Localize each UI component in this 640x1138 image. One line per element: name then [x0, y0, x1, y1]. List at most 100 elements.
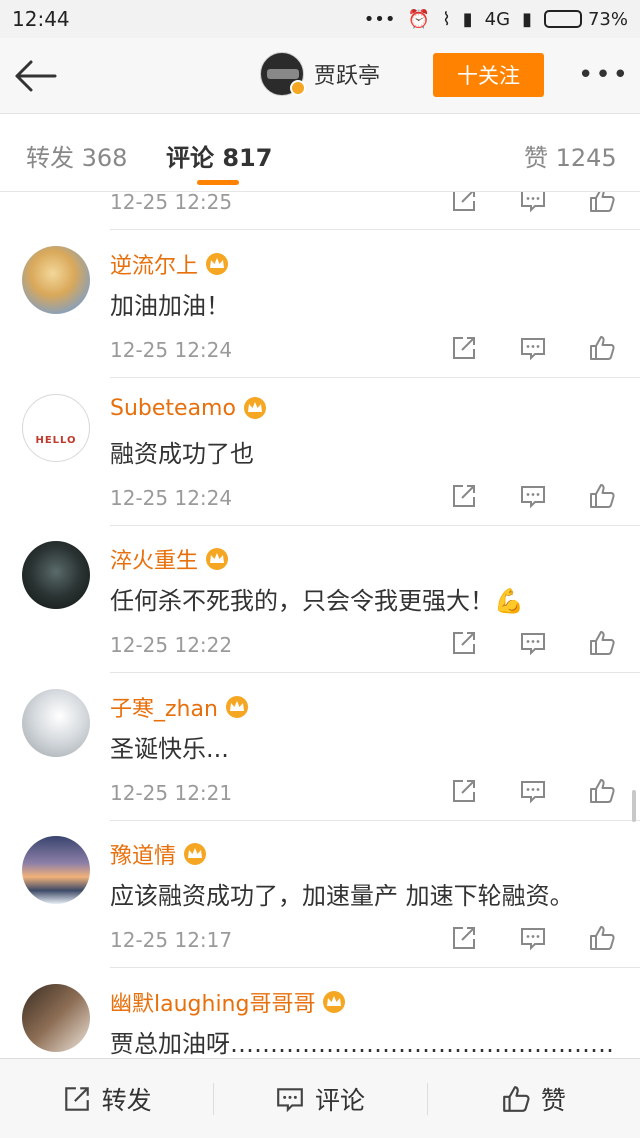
comment-item: 幽默laughing哥哥哥 贾总加油呀………………………………………… — [0, 968, 640, 1059]
crown-badge-icon — [184, 843, 207, 865]
repost-icon[interactable] — [450, 334, 478, 362]
back-button[interactable] — [0, 38, 70, 114]
repost-button[interactable]: 转发 — [0, 1059, 213, 1138]
comment-author[interactable]: 淬火重生 — [110, 543, 230, 575]
comment-text: 融资成功了也 — [110, 439, 254, 468]
tab-indicator — [197, 180, 239, 185]
nav-username[interactable]: 贾跃亭 — [314, 58, 380, 90]
like-icon[interactable] — [588, 629, 616, 657]
comment-icon[interactable] — [519, 629, 547, 657]
avatar[interactable] — [22, 983, 90, 1052]
repost-icon[interactable] — [450, 924, 478, 952]
list-item: 12-25 12:25 — [0, 192, 640, 230]
vibrate-icon: ⌇ — [441, 8, 451, 30]
comment-item: 豫道情 应该融资成功了，加速量产 加速下轮融资。 12-25 12:17 — [0, 820, 640, 968]
avatar[interactable]: HELLO — [22, 393, 90, 462]
comment-actions — [450, 482, 616, 510]
back-arrow-icon — [15, 60, 57, 91]
repost-icon[interactable] — [450, 629, 478, 657]
crown-badge-icon — [243, 397, 266, 419]
repost-icon — [64, 1086, 89, 1111]
comment-text: 任何杀不死我的，只会令我更强大！💪 — [110, 587, 524, 615]
tab-likes[interactable]: 赞 1245 — [524, 138, 617, 173]
comment-icon[interactable] — [519, 192, 547, 214]
username[interactable]: Subeteamo — [110, 396, 236, 421]
comment-icon[interactable] — [519, 924, 547, 952]
comment-time: 12-25 12:21 — [110, 780, 233, 805]
username[interactable]: 豫道情 — [110, 838, 176, 870]
status-icons: ••• ⏰ ⌇ ▮ 4G ▮ 73% — [364, 9, 628, 30]
comment-button[interactable]: 评论 — [213, 1059, 426, 1138]
comment-item: 逆流尔上 加油加油！ 12-25 12:24 — [0, 230, 640, 378]
comment-actions — [450, 924, 616, 952]
comment-author[interactable]: Subeteamo — [110, 396, 268, 421]
verified-badge-icon — [290, 80, 306, 96]
comment-list[interactable]: 12-25 12:25 逆流尔上 加油加油！ 12-25 12:24 HELLO… — [0, 192, 640, 1058]
network-type: 4G — [484, 8, 511, 30]
comment-time: 12-25 12:22 — [110, 633, 233, 657]
crown-badge-icon — [206, 253, 229, 275]
comment-actions — [450, 334, 616, 362]
repost-icon[interactable] — [450, 482, 478, 510]
avatar[interactable] — [22, 246, 90, 314]
avatar-text: HELLO — [35, 434, 77, 446]
status-bar: 12:44 ••• ⏰ ⌇ ▮ 4G ▮ 73% — [0, 0, 640, 38]
notification-dots-icon: ••• — [363, 8, 396, 30]
scrollbar[interactable] — [632, 790, 636, 822]
more-menu-icon[interactable]: ••• — [578, 60, 630, 90]
like-icon[interactable] — [588, 777, 616, 805]
status-time: 12:44 — [12, 7, 70, 31]
comment-text: 加油加油！ — [110, 292, 230, 320]
like-icon[interactable] — [588, 924, 616, 952]
avatar[interactable] — [22, 541, 90, 609]
signal-icon-2: ▮ — [522, 8, 532, 30]
signal-icon: ▮ — [462, 8, 473, 30]
tab-comments[interactable]: 评论 817 — [166, 138, 272, 173]
comment-author[interactable]: 幽默laughing哥哥哥 — [110, 986, 347, 1018]
battery-icon — [543, 10, 582, 28]
comment-author[interactable]: 子寒_zhan — [110, 691, 250, 723]
follow-button[interactable]: 十关注 — [433, 53, 544, 97]
like-button[interactable]: 赞 — [426, 1059, 640, 1138]
username[interactable]: 淬火重生 — [110, 543, 198, 575]
battery: 73% — [543, 8, 628, 30]
comment-icon[interactable] — [519, 777, 547, 805]
like-icon[interactable] — [588, 482, 616, 510]
comment-icon[interactable] — [519, 334, 547, 362]
repost-icon[interactable] — [450, 777, 478, 805]
comment-actions — [450, 192, 616, 214]
crown-badge-icon — [323, 990, 346, 1013]
comment-icon — [277, 1087, 303, 1112]
username[interactable]: 逆流尔上 — [110, 248, 198, 280]
comment-time: 12-25 12:17 — [110, 928, 233, 952]
comment-actions — [450, 777, 616, 805]
comment-time: 12-25 12:24 — [110, 485, 233, 510]
comment-item: 子寒_zhan 圣诞快乐... 12-25 12:21 — [0, 673, 640, 821]
battery-percent: 73% — [587, 8, 628, 30]
comment-time: 12-25 12:25 — [110, 192, 233, 214]
like-icon — [502, 1085, 530, 1112]
username[interactable]: 幽默laughing哥哥哥 — [110, 986, 315, 1018]
repost-label: 转发 — [101, 1085, 152, 1115]
crown-badge-icon — [225, 695, 248, 718]
nav-bar: 贾跃亭 十关注 ••• — [0, 38, 640, 114]
tab-bar: 转发 368 评论 817 赞 1245 — [0, 114, 640, 192]
like-icon[interactable] — [588, 334, 616, 362]
like-label: 赞 — [540, 1085, 566, 1115]
nav-user[interactable]: 贾跃亭 — [260, 52, 380, 96]
comment-author[interactable]: 逆流尔上 — [110, 248, 230, 280]
avatar[interactable] — [22, 836, 90, 904]
comment-text: 贾总加油呀………………………………………… — [110, 1029, 614, 1058]
comment-text: 圣诞快乐... — [110, 734, 229, 763]
avatar[interactable] — [22, 688, 90, 757]
comment-icon[interactable] — [519, 482, 547, 510]
like-icon[interactable] — [588, 192, 616, 214]
tab-repost[interactable]: 转发 368 — [26, 138, 127, 173]
alarm-icon: ⏰ — [407, 8, 430, 30]
comment-item: HELLO Subeteamo 融资成功了也 12-25 12:24 — [0, 378, 640, 526]
comment-actions — [450, 629, 616, 657]
comment-author[interactable]: 豫道情 — [110, 838, 208, 870]
repost-icon[interactable] — [450, 192, 478, 214]
username[interactable]: 子寒_zhan — [110, 691, 218, 723]
comment-text: 应该融资成功了，加速量产 加速下轮融资。 — [110, 882, 574, 910]
